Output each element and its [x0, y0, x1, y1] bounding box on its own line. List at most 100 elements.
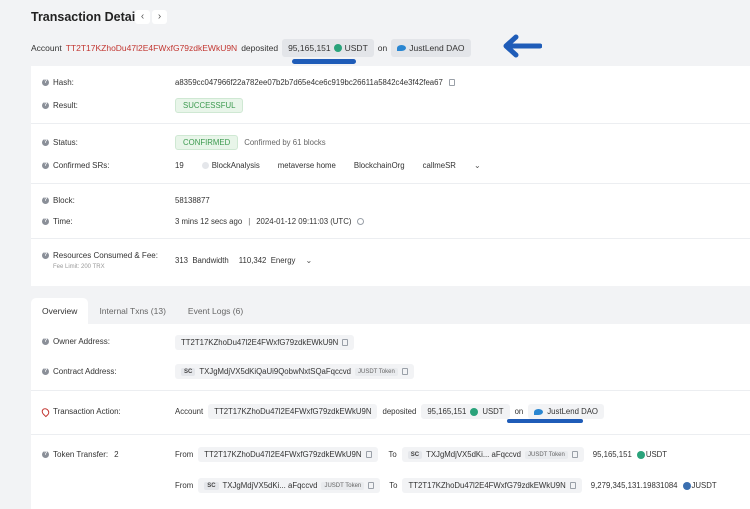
- copy-icon[interactable]: [569, 482, 576, 489]
- block-label: Block:: [53, 196, 75, 205]
- smart-contract-tag: SC: [204, 481, 219, 490]
- resources-label: Resources Consumed & Fee:: [53, 251, 158, 260]
- contract-value-group: SC TXJgMdjVX5dKiQaUi9QobwNxtSQaFqccvd JU…: [175, 364, 414, 379]
- from-address[interactable]: TT2T17KZhoDu47l2E4FWxfG79zdkEWkU9N: [204, 450, 361, 459]
- sr-item[interactable]: callmeSR: [423, 161, 456, 170]
- sr-name[interactable]: callmeSR: [423, 161, 456, 170]
- owner-row: ? Owner Address:: [42, 337, 110, 346]
- result-value-group: SUCCESSFUL: [175, 98, 244, 113]
- from-chip[interactable]: SC TXJgMdjVX5dKi... aFqccvd JUSDT Token: [198, 478, 381, 493]
- divider: [31, 434, 750, 435]
- next-button[interactable]: ›: [152, 10, 167, 24]
- chevron-down-icon[interactable]: ⌄: [305, 256, 312, 265]
- copy-icon[interactable]: [365, 451, 372, 458]
- hash-value: a8359cc047966f22a782ee07b2b7d65e4ce6c919…: [175, 78, 443, 87]
- to-token-tag[interactable]: JUSDT Token: [524, 450, 568, 459]
- divider: [31, 390, 750, 391]
- result-badge: SUCCESSFUL: [175, 98, 244, 113]
- from-address[interactable]: TXJgMdjVX5dKi... aFqccvd: [223, 481, 318, 490]
- transfer-token[interactable]: USDT: [646, 450, 667, 459]
- action-value-group: Account TT2T17KZhoDu47l2E4FWxfG79zdkEWkU…: [175, 404, 604, 419]
- transaction-summary: Account TT2T17KZhoDu47l2E4FWxfG79zdkEWkU…: [31, 38, 471, 58]
- owner-address[interactable]: TT2T17KZhoDu47l2E4FWxfG79zdkEWkU9N: [181, 338, 338, 347]
- bandwidth-label: Bandwidth: [192, 256, 229, 265]
- to-address[interactable]: TT2T17KZhoDu47l2E4FWxfG79zdkEWkU9N: [408, 481, 565, 490]
- action-protocol-chip[interactable]: JustLend DAO: [528, 404, 604, 419]
- help-icon: ?: [42, 102, 49, 109]
- copy-icon[interactable]: [571, 451, 578, 458]
- summary-protocol-pill[interactable]: JustLend DAO: [391, 39, 471, 57]
- sr-item[interactable]: BlockchainOrg: [354, 161, 405, 170]
- smart-contract-tag: SC: [407, 450, 423, 459]
- help-icon: ?: [42, 139, 49, 146]
- time-value-group: 3 mins 12 secs ago | 2024-01-12 09:11:03…: [175, 217, 365, 226]
- transfer-token[interactable]: JUSDT: [692, 481, 717, 490]
- from-chip[interactable]: TT2T17KZhoDu47l2E4FWxfG79zdkEWkU9N: [198, 447, 378, 462]
- summary-account-link[interactable]: TT2T17KZhoDu47l2E4FWxfG79zdkEWkU9N: [66, 43, 237, 53]
- from-word: From: [175, 481, 194, 490]
- usdt-coin-icon: [636, 450, 645, 459]
- action-amount: 95,165,151: [427, 407, 467, 416]
- action-token[interactable]: USDT: [482, 407, 503, 416]
- energy-label: Energy: [270, 256, 296, 265]
- action-row: Transaction Action:: [40, 406, 121, 417]
- result-label: Result:: [53, 101, 78, 110]
- resources-value-group: 313 Bandwidth 110,342 Energy ⌄: [175, 256, 312, 265]
- action-on-word: on: [514, 407, 524, 416]
- to-chip[interactable]: TT2T17KZhoDu47l2E4FWxfG79zdkEWkU9N: [402, 478, 582, 493]
- copy-icon[interactable]: [342, 339, 349, 346]
- chevron-down-icon[interactable]: ⌄: [474, 161, 481, 170]
- help-icon: ?: [42, 218, 49, 225]
- time-row: ? Time:: [42, 217, 73, 226]
- summary-account-word: Account: [31, 43, 62, 53]
- contract-chip[interactable]: SC TXJgMdjVX5dKiQaUi9QobwNxtSQaFqccvd JU…: [175, 364, 414, 379]
- block-value[interactable]: 58138877: [175, 196, 210, 205]
- status-row: ? Status:: [42, 138, 78, 147]
- sr-item[interactable]: metaverse home: [278, 161, 336, 170]
- sr-item[interactable]: BlockAnalysis: [201, 161, 260, 170]
- transfer-line-1: From TT2T17KZhoDu47l2E4FWxfG79zdkEWkU9N …: [175, 447, 667, 462]
- summary-protocol[interactable]: JustLend DAO: [409, 43, 464, 53]
- tab-internal-txns[interactable]: Internal Txns (13): [88, 298, 176, 324]
- usdt-coin-icon: [470, 407, 479, 416]
- copy-icon[interactable]: [401, 368, 408, 375]
- action-location-icon: [40, 406, 51, 417]
- to-word: To: [389, 481, 398, 490]
- owner-chip[interactable]: TT2T17KZhoDu47l2E4FWxfG79zdkEWkU9N: [175, 335, 355, 350]
- action-protocol[interactable]: JustLend DAO: [547, 407, 598, 416]
- action-address[interactable]: TT2T17KZhoDu47l2E4FWxfG79zdkEWkU9N: [214, 407, 371, 416]
- time-label: Time:: [53, 217, 73, 226]
- sr-name[interactable]: metaverse home: [278, 161, 336, 170]
- block-row: ? Block:: [42, 196, 75, 205]
- status-value-group: CONFIRMED Confirmed by 61 blocks: [175, 135, 326, 150]
- clock-icon[interactable]: [357, 218, 365, 225]
- time-value: 2024-01-12 09:11:03 (UTC): [256, 217, 352, 226]
- summary-token[interactable]: USDT: [345, 43, 368, 53]
- owner-value-group: TT2T17KZhoDu47l2E4FWxfG79zdkEWkU9N: [175, 335, 355, 350]
- to-chip[interactable]: SC TXJgMdjVX5dKi... aFqccvd JUSDT Token: [401, 447, 584, 462]
- copy-icon[interactable]: [448, 79, 455, 86]
- sr-name[interactable]: BlockAnalysis: [212, 161, 260, 170]
- from-token-tag[interactable]: JUSDT Token: [321, 481, 365, 490]
- copy-icon[interactable]: [368, 482, 375, 489]
- contract-address[interactable]: TXJgMdjVX5dKiQaUi9QobwNxtSQaFqccvd: [199, 367, 351, 376]
- tab-event-logs[interactable]: Event Logs (6): [177, 298, 254, 324]
- to-word: To: [388, 450, 397, 459]
- tab-bar: Overview Internal Txns (13) Event Logs (…: [31, 296, 254, 324]
- prev-button[interactable]: ‹: [135, 10, 150, 24]
- help-icon: ?: [42, 451, 49, 458]
- srs-value-group: 19 BlockAnalysis metaverse home Blockcha…: [175, 161, 481, 170]
- to-address[interactable]: TXJgMdjVX5dKi... aFqccvd: [426, 450, 521, 459]
- energy-group: 110,342 Energy: [239, 256, 296, 265]
- help-icon: ?: [42, 162, 49, 169]
- help-icon: ?: [42, 368, 49, 375]
- transfer-line-2: From SC TXJgMdjVX5dKi... aFqccvd JUSDT T…: [175, 478, 717, 493]
- summary-on-word: on: [377, 43, 388, 53]
- sr-name[interactable]: BlockchainOrg: [354, 161, 405, 170]
- tab-overview[interactable]: Overview: [31, 298, 89, 324]
- transfer-row: ? Token Transfer: 2: [42, 450, 119, 459]
- action-address-chip[interactable]: TT2T17KZhoDu47l2E4FWxfG79zdkEWkU9N: [208, 404, 378, 419]
- contract-token-tag[interactable]: JUSDT Token: [355, 367, 398, 376]
- summary-amount-pill: 95,165,151 USDT: [282, 39, 374, 57]
- result-row: ? Result:: [42, 101, 78, 110]
